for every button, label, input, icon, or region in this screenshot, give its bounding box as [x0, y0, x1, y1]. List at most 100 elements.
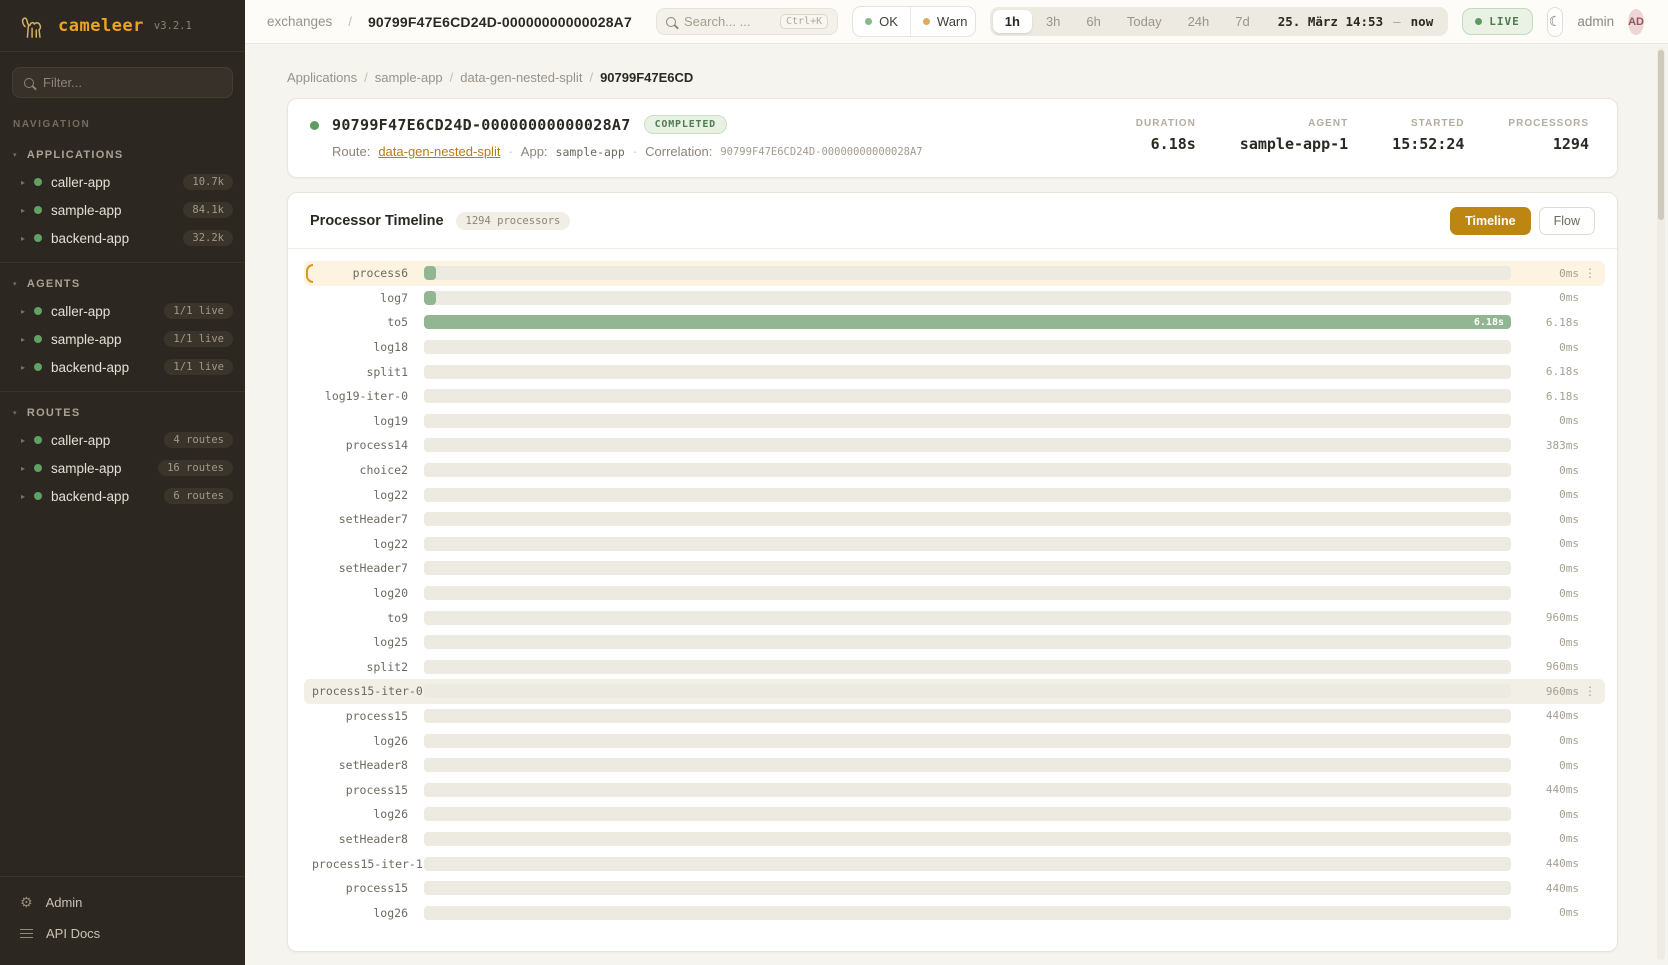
row-menu-icon[interactable]: ⋮ [1579, 684, 1601, 698]
sidebar-item-route[interactable]: ▸ caller-app 4 routes [0, 426, 245, 454]
processor-row[interactable]: process15 440ms ⋮ [304, 777, 1605, 802]
breadcrumb-link[interactable]: Applications [287, 70, 357, 85]
sidebar-item-agent[interactable]: ▸ backend-app 1/1 live [0, 353, 245, 381]
processor-row[interactable]: log22 0ms ⋮ [304, 532, 1605, 557]
processor-row[interactable]: choice2 0ms ⋮ [304, 458, 1605, 483]
flow-view-button[interactable]: Flow [1539, 207, 1595, 235]
duration-track[interactable] [424, 807, 1511, 821]
processor-row[interactable]: log18 0ms ⋮ [304, 335, 1605, 360]
processor-row[interactable]: log26 0ms ⋮ [304, 802, 1605, 827]
sidebar-item-api-docs[interactable]: API Docs [0, 918, 245, 949]
search-input[interactable] [684, 14, 772, 29]
processor-row[interactable]: to9 960ms ⋮ [304, 605, 1605, 630]
page-scrollbar[interactable] [1657, 48, 1665, 960]
duration-track[interactable] [424, 586, 1511, 600]
breadcrumb-link[interactable]: 90799F47E6CD [600, 70, 693, 85]
sidebar-item-application[interactable]: ▸ caller-app 10.7k [0, 168, 245, 196]
processor-row[interactable]: setHeader7 0ms ⋮ [304, 507, 1605, 532]
processor-row[interactable]: process15-iter-1 440ms ⋮ [304, 851, 1605, 876]
sidebar-item-application[interactable]: ▸ backend-app 32.2k [0, 224, 245, 252]
processor-row[interactable]: process15 440ms ⋮ [304, 704, 1605, 729]
topbar-breadcrumb-section[interactable]: exchanges [267, 14, 332, 29]
duration-track[interactable] [424, 414, 1511, 428]
duration-track[interactable] [424, 660, 1511, 674]
duration-track[interactable] [424, 734, 1511, 748]
processor-row[interactable]: log20 0ms ⋮ [304, 581, 1605, 606]
duration-track[interactable] [424, 758, 1511, 772]
breadcrumb-link[interactable]: sample-app [375, 70, 443, 85]
processor-row[interactable]: setHeader8 0ms ⋮ [304, 753, 1605, 778]
search-icon [666, 17, 676, 27]
duration-track[interactable] [424, 438, 1511, 452]
theme-toggle-button[interactable]: ☾ [1547, 7, 1564, 37]
sidebar-item-route[interactable]: ▸ backend-app 6 routes [0, 482, 245, 510]
docs-lines-icon [20, 929, 33, 939]
duration-track[interactable] [424, 365, 1511, 379]
duration-track[interactable] [424, 635, 1511, 649]
duration-track[interactable] [424, 463, 1511, 477]
processor-row[interactable]: log25 0ms ⋮ [304, 630, 1605, 655]
processor-row[interactable]: split1 6.18s ⋮ [304, 359, 1605, 384]
time-range-button[interactable]: Today [1115, 10, 1174, 33]
processor-row[interactable]: process15 440ms ⋮ [304, 876, 1605, 901]
status-filter[interactable]: Warn [911, 7, 976, 36]
duration-track[interactable] [424, 906, 1511, 920]
time-range-button[interactable]: 3h [1034, 10, 1072, 33]
section-header-agents[interactable]: ▾ AGENTS [0, 271, 245, 297]
duration-track[interactable] [424, 783, 1511, 797]
duration-track[interactable]: 6.18s [424, 315, 1511, 329]
duration-track[interactable] [424, 340, 1511, 354]
processor-row[interactable]: process14 383ms ⋮ [304, 433, 1605, 458]
processor-row[interactable]: log19-iter-0 6.18s ⋮ [304, 384, 1605, 409]
processor-row[interactable]: log19 0ms ⋮ [304, 409, 1605, 434]
avatar[interactable]: AD [1628, 9, 1644, 35]
duration-track[interactable] [424, 611, 1511, 625]
duration-track[interactable] [424, 857, 1511, 871]
sidebar-item-admin[interactable]: ⚙ Admin [0, 887, 245, 918]
sidebar-item-route[interactable]: ▸ sample-app 16 routes [0, 454, 245, 482]
duration-track[interactable] [424, 537, 1511, 551]
duration-track[interactable] [424, 488, 1511, 502]
time-range-button[interactable]: 1h [993, 10, 1032, 33]
processor-row[interactable]: process6 0ms ⋮ [304, 261, 1605, 286]
row-menu-icon[interactable]: ⋮ [1579, 266, 1601, 280]
duration-track[interactable] [424, 881, 1511, 895]
duration-track[interactable] [424, 684, 1511, 698]
route-link[interactable]: data-gen-nested-split [378, 144, 500, 159]
status-filter[interactable]: OK [853, 7, 911, 36]
section-header-routes[interactable]: ▾ ROUTES [0, 400, 245, 426]
sidebar-item-agent[interactable]: ▸ sample-app 1/1 live [0, 325, 245, 353]
duration-track[interactable] [424, 709, 1511, 723]
processor-row[interactable]: setHeader7 0ms ⋮ [304, 556, 1605, 581]
processor-row[interactable]: setHeader8 0ms ⋮ [304, 827, 1605, 852]
processor-row[interactable]: log26 0ms ⋮ [304, 900, 1605, 925]
duration-track[interactable] [424, 512, 1511, 526]
filter-input[interactable] [43, 75, 221, 90]
breadcrumb-link[interactable]: data-gen-nested-split [460, 70, 582, 85]
time-range-button[interactable]: 6h [1074, 10, 1112, 33]
duration-track[interactable] [424, 291, 1511, 305]
logo-row[interactable]: cameleer v3.2.1 [0, 0, 245, 52]
time-range-button[interactable]: 24h [1176, 10, 1222, 33]
gear-icon: ⚙ [20, 896, 33, 910]
scrollbar-thumb[interactable] [1658, 50, 1664, 220]
duration-track[interactable] [424, 832, 1511, 846]
processor-row[interactable]: process15-iter-0 960ms ⋮ [304, 679, 1605, 704]
duration-track[interactable] [424, 389, 1511, 403]
sidebar-item-application[interactable]: ▸ sample-app 84.1k [0, 196, 245, 224]
live-badge[interactable]: LIVE [1462, 8, 1533, 35]
timeline-view-button[interactable]: Timeline [1450, 207, 1530, 235]
processor-row[interactable]: log26 0ms ⋮ [304, 728, 1605, 753]
sidebar-item-agent[interactable]: ▸ caller-app 1/1 live [0, 297, 245, 325]
duration-track[interactable] [424, 561, 1511, 575]
global-search[interactable]: Ctrl+K [656, 8, 838, 35]
processor-row[interactable]: log7 0ms ⋮ [304, 286, 1605, 311]
sidebar-filter[interactable] [12, 67, 233, 98]
section-header-applications[interactable]: ▾ APPLICATIONS [0, 142, 245, 168]
time-range-button[interactable]: 7d [1223, 10, 1261, 33]
duration-track[interactable] [424, 266, 1511, 280]
processor-row[interactable]: to5 6.18s 6.18s ⋮ [304, 310, 1605, 335]
time-display[interactable]: 25. März 14:53 — now [1262, 14, 1445, 29]
processor-row[interactable]: split2 960ms ⋮ [304, 655, 1605, 680]
processor-row[interactable]: log22 0ms ⋮ [304, 482, 1605, 507]
